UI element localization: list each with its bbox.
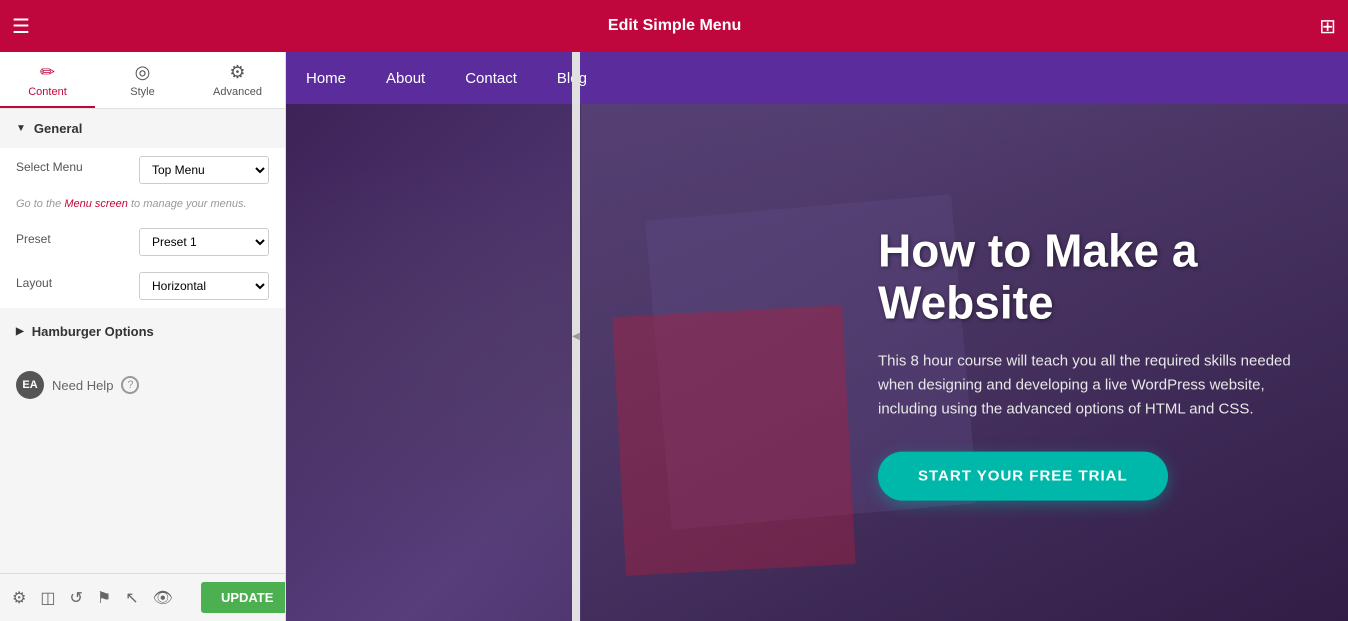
bottom-toolbar: ⚙ ◫ ↺ ⚑ ↖ 👁 UPDATE ▾ bbox=[0, 573, 285, 621]
preview-hero: How to Make a Website This 8 hour course… bbox=[286, 104, 1348, 621]
hamburger-section-header[interactable]: ▶ Hamburger Options bbox=[0, 312, 285, 351]
layout-label: Layout bbox=[16, 276, 52, 290]
grid-icon[interactable]: ⊞ bbox=[1319, 14, 1336, 39]
tab-advanced-label: Advanced bbox=[213, 86, 262, 98]
history-icon[interactable]: ⚑ bbox=[97, 588, 111, 608]
style-icon: ◎ bbox=[135, 62, 151, 83]
preset-dropdown[interactable]: Preset 1 Preset 2 Preset 3 bbox=[139, 228, 269, 256]
preview-nav: Home About Contact Blog bbox=[286, 52, 1348, 104]
cursor-icon: ↖ bbox=[125, 588, 138, 608]
menu-hint-suffix: to manage your menus. bbox=[128, 198, 247, 210]
select-menu-label: Select Menu bbox=[16, 160, 83, 174]
settings-icon[interactable]: ⚙ bbox=[12, 588, 26, 608]
preset-label: Preset bbox=[16, 232, 51, 246]
general-label: General bbox=[34, 121, 82, 136]
menu-hint: Go to the Menu screen to manage your men… bbox=[0, 192, 285, 220]
top-bar: ☰ Edit Simple Menu ⊞ bbox=[0, 0, 1348, 52]
update-button[interactable]: UPDATE bbox=[201, 582, 286, 613]
preset-row: Preset Preset 1 Preset 2 Preset 3 bbox=[0, 220, 285, 264]
update-btn-group: UPDATE ▾ bbox=[201, 582, 286, 614]
hero-description: This 8 hour course will teach you all th… bbox=[878, 350, 1318, 422]
main-layout: ✏ Content ◎ Style ⚙ Advanced ▼ General S… bbox=[0, 52, 1348, 621]
sidebar-content: ▼ General Select Menu Top Menu Main Menu… bbox=[0, 109, 285, 573]
hero-title: How to Make a Website bbox=[878, 224, 1318, 330]
advanced-icon: ⚙ bbox=[229, 62, 245, 83]
menu-hint-prefix: Go to the bbox=[16, 198, 64, 210]
ea-badge: EA bbox=[16, 371, 44, 399]
hamburger-arrow: ▶ bbox=[16, 326, 24, 337]
resize-handle[interactable] bbox=[572, 52, 580, 621]
cta-button[interactable]: START YOUR FREE TRIAL bbox=[878, 452, 1168, 501]
hamburger-label: Hamburger Options bbox=[32, 324, 154, 339]
layout-row: Layout Horizontal Vertical Dropdown bbox=[0, 264, 285, 308]
help-question-icon: ? bbox=[121, 376, 139, 394]
menu-screen-link[interactable]: Menu screen bbox=[64, 198, 128, 210]
need-help[interactable]: EA Need Help ? bbox=[0, 351, 285, 419]
sidebar-tabs: ✏ Content ◎ Style ⚙ Advanced bbox=[0, 52, 285, 109]
nav-item-contact[interactable]: Contact bbox=[465, 70, 517, 87]
eye-icon[interactable]: 👁 bbox=[153, 588, 173, 608]
layout-dropdown[interactable]: Horizontal Vertical Dropdown bbox=[139, 272, 269, 300]
preview-area: Home About Contact Blog How to Make a We… bbox=[286, 52, 1348, 621]
hero-content: How to Make a Website This 8 hour course… bbox=[878, 224, 1318, 501]
need-help-text: Need Help bbox=[52, 378, 113, 393]
nav-item-about[interactable]: About bbox=[386, 70, 425, 87]
content-icon: ✏ bbox=[40, 62, 55, 83]
tab-content[interactable]: ✏ Content bbox=[0, 52, 95, 108]
tab-advanced[interactable]: ⚙ Advanced bbox=[190, 52, 285, 108]
sidebar: ✏ Content ◎ Style ⚙ Advanced ▼ General S… bbox=[0, 52, 286, 621]
page-title: Edit Simple Menu bbox=[30, 17, 1319, 35]
layers-icon[interactable]: ◫ bbox=[40, 588, 55, 608]
tab-content-label: Content bbox=[28, 86, 67, 98]
select-menu-row: Select Menu Top Menu Main Menu Footer Me… bbox=[0, 148, 285, 192]
general-section-header[interactable]: ▼ General bbox=[0, 109, 285, 148]
undo-icon[interactable]: ↺ bbox=[69, 588, 82, 608]
select-menu-dropdown[interactable]: Top Menu Main Menu Footer Menu bbox=[139, 156, 269, 184]
nav-item-home[interactable]: Home bbox=[306, 70, 346, 87]
hamburger-icon[interactable]: ☰ bbox=[12, 14, 30, 39]
tab-style-label: Style bbox=[130, 86, 154, 98]
general-arrow: ▼ bbox=[16, 123, 26, 134]
tab-style[interactable]: ◎ Style bbox=[95, 52, 190, 108]
